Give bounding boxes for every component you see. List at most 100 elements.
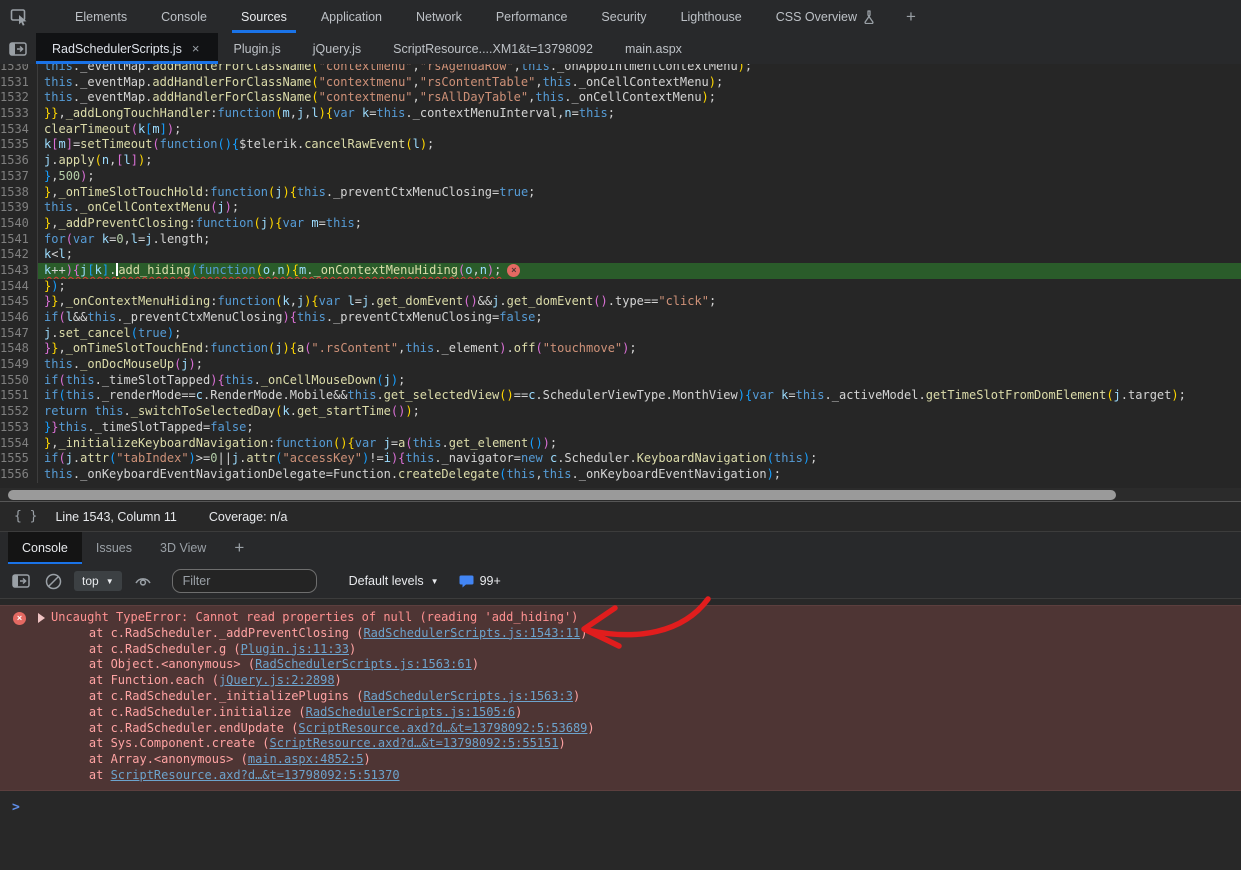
code-text[interactable]: this._eventMap.addHandlerForClassName("c…	[38, 75, 1241, 91]
line-number[interactable]: 1535	[0, 137, 38, 153]
code-text[interactable]: for(var k=0,l=j.length;	[38, 232, 1241, 248]
line-number[interactable]: 1530	[0, 64, 38, 75]
log-levels-dropdown[interactable]: Default levels ▼	[349, 574, 439, 588]
line-number[interactable]: 1551	[0, 388, 38, 404]
code-text[interactable]: k[m]=setTimeout(function(){$telerik.canc…	[38, 137, 1241, 153]
code-text[interactable]: }},_addLongTouchHandler:function(m,j,l){…	[38, 106, 1241, 122]
line-number[interactable]: 1547	[0, 326, 38, 342]
line-number[interactable]: 1536	[0, 153, 38, 169]
file-tab-main-aspx[interactable]: main.aspx	[609, 33, 698, 64]
add-drawer-tab-button[interactable]: +	[220, 532, 258, 564]
line-number[interactable]: 1537	[0, 169, 38, 185]
code-text[interactable]: this._onCellContextMenu(j);	[38, 200, 1241, 216]
line-number[interactable]: 1554	[0, 436, 38, 452]
line-number[interactable]: 1555	[0, 451, 38, 467]
line-number[interactable]: 1550	[0, 373, 38, 389]
drawer-tab-issues[interactable]: Issues	[82, 532, 146, 564]
line-number[interactable]: 1534	[0, 122, 38, 138]
line-number[interactable]: 1545	[0, 294, 38, 310]
panel-tab-application[interactable]: Application	[304, 0, 399, 33]
line-number[interactable]: 1543	[0, 263, 38, 279]
navigator-toggle-icon[interactable]	[0, 33, 36, 64]
code-text[interactable]: this._onDocMouseUp(j);	[38, 357, 1241, 373]
line-number[interactable]: 1532	[0, 90, 38, 106]
line-number[interactable]: 1541	[0, 232, 38, 248]
code-text[interactable]: clearTimeout(k[m]);	[38, 122, 1241, 138]
close-icon[interactable]: ×	[190, 41, 202, 56]
line-number[interactable]: 1538	[0, 185, 38, 201]
file-tab-radschedulerscripts-js[interactable]: RadSchedulerScripts.js×	[36, 33, 218, 64]
panel-tab-console[interactable]: Console	[144, 0, 224, 33]
code-text[interactable]: }},_onTimeSlotTouchEnd:function(j){a(".r…	[38, 341, 1241, 357]
code-text[interactable]: });	[38, 279, 1241, 295]
code-text[interactable]: return this._switchToSelectedDay(k.get_s…	[38, 404, 1241, 420]
file-tab-plugin-js[interactable]: Plugin.js	[218, 33, 297, 64]
code-text[interactable]: k++){j[k].add_hiding(function(o,n){m._on…	[38, 263, 1241, 279]
line-number[interactable]: 1539	[0, 200, 38, 216]
panel-tab-security[interactable]: Security	[584, 0, 663, 33]
code-text[interactable]: },_onTimeSlotTouchHold:function(j){this.…	[38, 185, 1241, 201]
line-number[interactable]: 1556	[0, 467, 38, 483]
file-tab-jquery-js[interactable]: jQuery.js	[297, 33, 377, 64]
expand-triangle-icon[interactable]	[38, 613, 45, 623]
line-number[interactable]: 1546	[0, 310, 38, 326]
inline-error-icon[interactable]: ×	[507, 264, 520, 277]
code-text[interactable]: if(this._timeSlotTapped){this._onCellMou…	[38, 373, 1241, 389]
live-expression-eye-icon[interactable]	[132, 570, 154, 592]
code-text[interactable]: if(this._renderMode==c.RenderMode.Mobile…	[38, 388, 1241, 404]
code-text[interactable]: }}this._timeSlotTapped=false;	[38, 420, 1241, 436]
line-number[interactable]: 1531	[0, 75, 38, 91]
line-number[interactable]: 1544	[0, 279, 38, 295]
stack-frame-link[interactable]: ScriptResource.axd?d…&t=13798092:5:51370	[111, 768, 400, 782]
code-text[interactable]: }},_onContextMenuHiding:function(k,j){va…	[38, 294, 1241, 310]
panel-tab-css-overview[interactable]: CSS Overview	[759, 0, 892, 33]
drawer-tab-3d-view[interactable]: 3D View	[146, 532, 220, 564]
panel-tab-lighthouse[interactable]: Lighthouse	[664, 0, 759, 33]
drawer-tab-console[interactable]: Console	[8, 532, 82, 564]
line-number[interactable]: 1553	[0, 420, 38, 436]
panel-tab-elements[interactable]: Elements	[58, 0, 144, 33]
code-text[interactable]: j.apply(n,[l]);	[38, 153, 1241, 169]
panel-tab-performance[interactable]: Performance	[479, 0, 585, 33]
line-number[interactable]: 1542	[0, 247, 38, 263]
code-text[interactable]: this._onKeyboardEventNavigationDelegate=…	[38, 467, 1241, 483]
stack-frame-link[interactable]: Plugin.js:11:33	[241, 642, 349, 656]
filter-input[interactable]	[172, 569, 317, 593]
issues-counter[interactable]: 99+	[459, 574, 501, 588]
console-sidebar-icon[interactable]	[10, 570, 32, 592]
code-text[interactable]: if(j.attr("tabIndex")>=0||j.attr("access…	[38, 451, 1241, 467]
source-editor[interactable]: 1530this._eventMap.addHandlerForClassNam…	[0, 64, 1241, 488]
stack-frame-link[interactable]: RadSchedulerScripts.js:1563:3	[363, 689, 573, 703]
code-text[interactable]: if(l&&this._preventCtxMenuClosing){this.…	[38, 310, 1241, 326]
more-tools-button[interactable]: +	[892, 0, 930, 33]
code-text[interactable]: this._eventMap.addHandlerForClassName("c…	[38, 64, 1241, 75]
code-text[interactable]: k<l;	[38, 247, 1241, 263]
editor-horizontal-scrollbar[interactable]	[0, 488, 1241, 502]
code-text[interactable]: this._eventMap.addHandlerForClassName("c…	[38, 90, 1241, 106]
clear-console-icon[interactable]	[42, 570, 64, 592]
stack-frame-link[interactable]: ScriptResource.axd?d…&t=13798092:5:55151	[270, 736, 559, 750]
stack-frame-link[interactable]: jQuery.js:2:2898	[219, 673, 335, 687]
line-number[interactable]: 1533	[0, 106, 38, 122]
panel-tab-network[interactable]: Network	[399, 0, 479, 33]
inspect-icon[interactable]	[0, 0, 40, 33]
line-number[interactable]: 1552	[0, 404, 38, 420]
code-text[interactable]: },500);	[38, 169, 1241, 185]
scrollbar-thumb[interactable]	[8, 490, 1116, 500]
code-text[interactable]: },_addPreventClosing:function(j){var m=t…	[38, 216, 1241, 232]
line-number[interactable]: 1549	[0, 357, 38, 373]
stack-frame-link[interactable]: RadSchedulerScripts.js:1563:61	[255, 657, 472, 671]
pretty-print-button[interactable]: { }	[10, 507, 41, 526]
stack-frame-link[interactable]: RadSchedulerScripts.js:1505:6	[306, 705, 516, 719]
line-number[interactable]: 1548	[0, 341, 38, 357]
stack-frame-link[interactable]: RadSchedulerScripts.js:1543:11	[363, 626, 580, 640]
file-tab-scriptresource-xm1-t-13798092[interactable]: ScriptResource....XM1&t=13798092	[377, 33, 609, 64]
code-text[interactable]: j.set_cancel(true);	[38, 326, 1241, 342]
panel-tab-sources[interactable]: Sources	[224, 0, 304, 33]
line-number[interactable]: 1540	[0, 216, 38, 232]
code-text[interactable]: },_initializeKeyboardNavigation:function…	[38, 436, 1241, 452]
stack-frame-link[interactable]: ScriptResource.axd?d…&t=13798092:5:53689	[298, 721, 587, 735]
context-selector[interactable]: top ▼	[74, 571, 122, 591]
console-prompt[interactable]: >	[0, 791, 1241, 817]
stack-frame-link[interactable]: main.aspx:4852:5	[248, 752, 364, 766]
